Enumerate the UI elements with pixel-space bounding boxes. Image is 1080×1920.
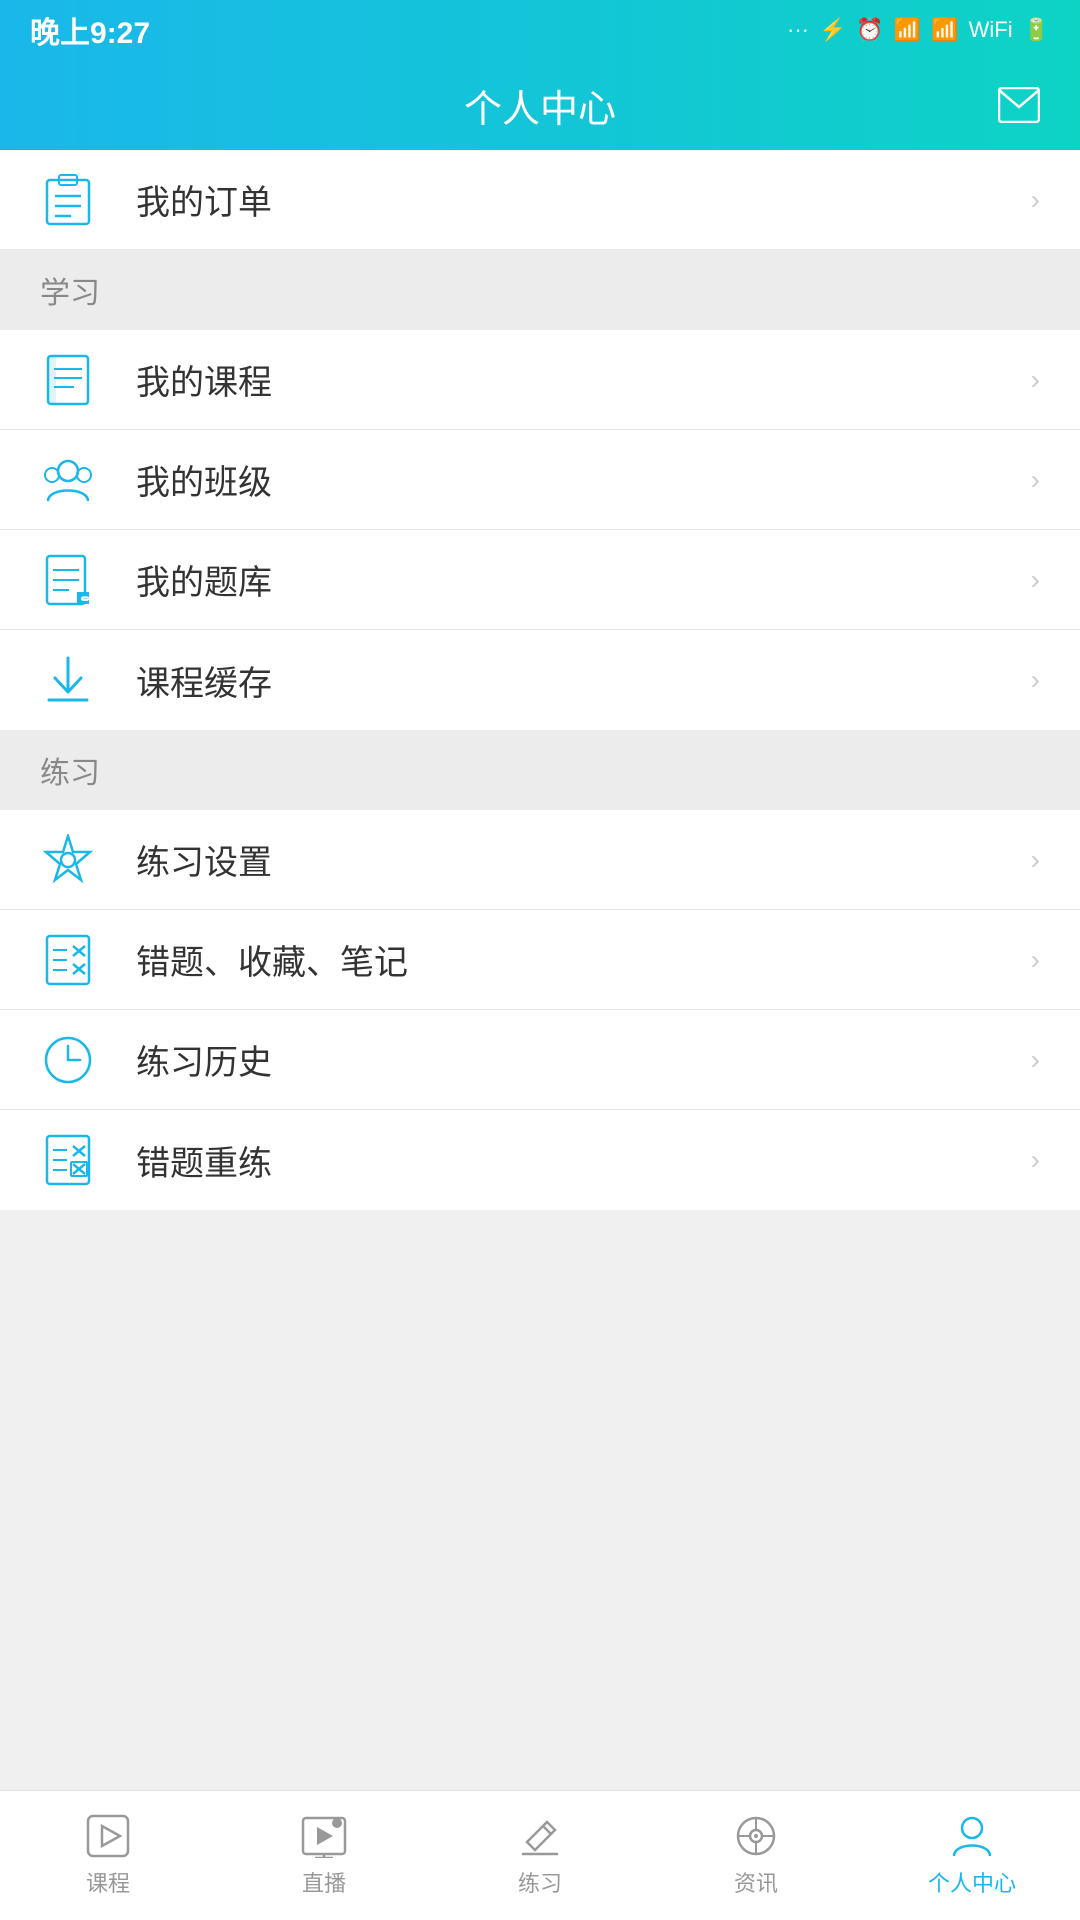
download-icon [40, 652, 96, 708]
status-icons: ··· ⚡ ⏰ 📶 📶 WiFi 🔋 [787, 17, 1050, 43]
menu-item-errors-collect-notes[interactable]: 错题、收藏、笔记 › [0, 910, 1080, 1010]
redo-errors-label: 错题重练 [136, 1136, 1031, 1185]
section-header-practice: 练习 [0, 730, 1080, 810]
tab-bar: 课程 直播 练习 [0, 1790, 1080, 1920]
tab-profile-icon [950, 1814, 994, 1858]
tab-live-icon [301, 1814, 347, 1858]
chevron-right-icon: › [1031, 944, 1040, 976]
my-questions-label: 我的题库 [136, 555, 1031, 604]
tab-live-label: 直播 [302, 1866, 346, 1898]
section-label-study: 学习 [40, 268, 100, 312]
svg-text:✏: ✏ [81, 592, 91, 606]
my-class-label: 我的班级 [136, 455, 1031, 504]
alarm-icon: ⏰ [856, 17, 883, 43]
tab-practice-icon [519, 1814, 561, 1858]
chevron-right-icon: › [1031, 844, 1040, 876]
battery-icon: 🔋 [1023, 17, 1050, 43]
tab-practice[interactable]: 练习 [432, 1791, 648, 1920]
class-icon [40, 452, 96, 508]
chevron-right-icon: › [1031, 564, 1040, 596]
chevron-right-icon: › [1031, 1144, 1040, 1176]
wifi-icon: WiFi [969, 17, 1013, 43]
signal2-icon: 📶 [931, 17, 958, 43]
my-courses-label: 我的课程 [136, 355, 1031, 404]
tab-news-icon [734, 1814, 778, 1858]
history-icon [40, 1032, 96, 1088]
menu-item-my-orders[interactable]: 我的订单 › [0, 150, 1080, 250]
status-bar: 晚上9:27 ··· ⚡ ⏰ 📶 📶 WiFi 🔋 [0, 0, 1080, 60]
tab-news-label: 资讯 [734, 1866, 778, 1898]
chevron-right-icon: › [1031, 364, 1040, 396]
practice-history-label: 练习历史 [136, 1035, 1031, 1084]
status-time: 晚上9:27 [30, 8, 150, 52]
errors-icon [40, 932, 96, 988]
tab-course-label: 课程 [86, 1866, 130, 1898]
redo-icon [40, 1132, 96, 1188]
tab-practice-label: 练习 [518, 1866, 562, 1898]
chevron-right-icon: › [1031, 1044, 1040, 1076]
page-title: 个人中心 [464, 78, 616, 133]
tab-news[interactable]: 资讯 [648, 1791, 864, 1920]
settings-icon [40, 832, 96, 888]
menu-item-my-courses[interactable]: 我的课程 › [0, 330, 1080, 430]
mail-button[interactable] [998, 87, 1040, 123]
my-orders-label: 我的订单 [136, 175, 1031, 224]
section-header-study: 学习 [0, 250, 1080, 330]
practice-settings-label: 练习设置 [136, 835, 1031, 884]
menu-item-practice-settings[interactable]: 练习设置 › [0, 810, 1080, 910]
questions-icon: ✏ [40, 552, 96, 608]
course-icon [40, 352, 96, 408]
menu-item-my-questions[interactable]: ✏ 我的题库 › [0, 530, 1080, 630]
tab-profile[interactable]: 个人中心 [864, 1791, 1080, 1920]
tab-profile-label: 个人中心 [928, 1866, 1016, 1898]
menu-item-my-class[interactable]: 我的班级 › [0, 430, 1080, 530]
chevron-right-icon: › [1031, 664, 1040, 696]
tab-course-icon [86, 1814, 130, 1858]
signal1-icon: 📶 [894, 17, 921, 43]
dots-icon: ··· [787, 17, 809, 43]
menu-item-course-cache[interactable]: 课程缓存 › [0, 630, 1080, 730]
chevron-right-icon: › [1031, 184, 1040, 216]
section-label-practice: 练习 [40, 748, 100, 792]
clipboard-icon [40, 172, 96, 228]
content-area: 我的订单 › 学习 我的课程 › [0, 150, 1080, 1790]
menu-item-practice-history[interactable]: 练习历史 › [0, 1010, 1080, 1110]
tab-course[interactable]: 课程 [0, 1791, 216, 1920]
chevron-right-icon: › [1031, 464, 1040, 496]
header: 个人中心 [0, 60, 1080, 150]
tab-live[interactable]: 直播 [216, 1791, 432, 1920]
bluetooth-icon: ⚡ [819, 17, 846, 43]
menu-item-redo-errors[interactable]: 错题重练 › [0, 1110, 1080, 1210]
errors-collect-notes-label: 错题、收藏、笔记 [136, 935, 1031, 984]
course-cache-label: 课程缓存 [136, 656, 1031, 705]
